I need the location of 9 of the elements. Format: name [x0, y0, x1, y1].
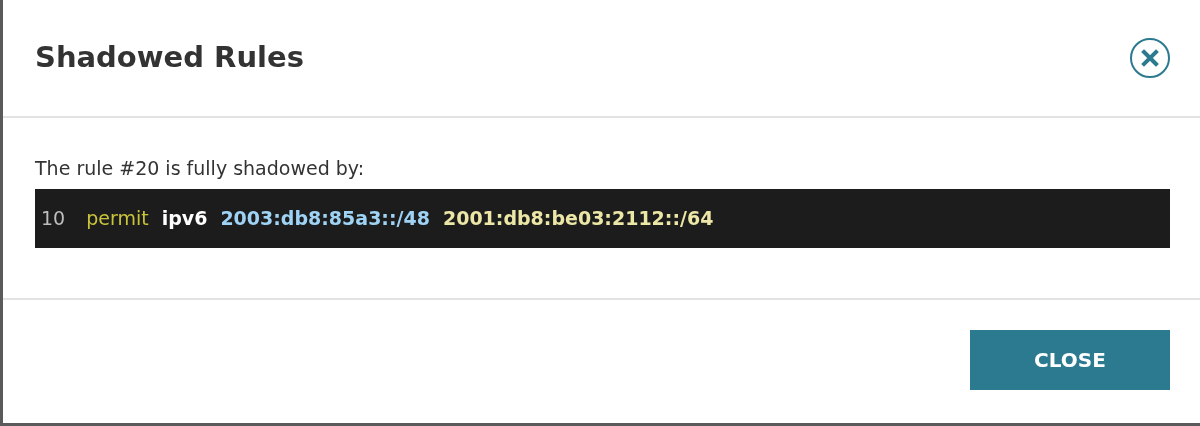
- code-token: ipv6: [161, 205, 208, 231]
- dialog-title: Shadowed Rules: [35, 39, 304, 77]
- dialog-message: The rule #20 is fully shadowed by:: [35, 156, 366, 181]
- code-token: 2001:db8:be03:2112::/64: [442, 205, 714, 231]
- close-button[interactable]: CLOSE: [970, 330, 1170, 390]
- code-token: 10: [41, 205, 66, 231]
- code-token: 2003:db8:85a3::/48: [220, 205, 430, 231]
- code-token: permit: [86, 205, 149, 231]
- close-icon[interactable]: [1130, 38, 1170, 78]
